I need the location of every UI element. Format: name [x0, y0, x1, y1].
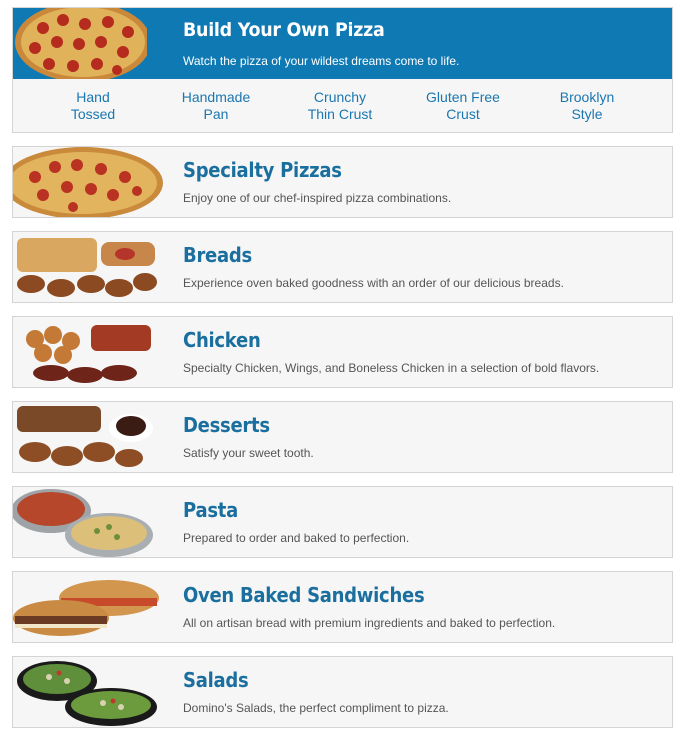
desserts-image — [13, 402, 163, 472]
category-title[interactable]: Chicken — [183, 328, 261, 352]
breads-image — [13, 232, 163, 302]
category-desserts[interactable]: Desserts Satisfy your sweet tooth. — [12, 401, 673, 473]
category-description: Specialty Chicken, Wings, and Boneless C… — [183, 361, 600, 375]
salads-image — [13, 657, 163, 727]
crust-options: Hand Tossed Handmade Pan Crunchy Thin Cr… — [13, 79, 672, 132]
crust-label-line2: Pan — [203, 106, 229, 122]
category-pasta[interactable]: Pasta Prepared to order and baked to per… — [12, 486, 673, 558]
build-your-own-title[interactable]: Build Your Own Pizza — [183, 19, 385, 41]
category-title[interactable]: Salads — [183, 668, 249, 692]
chicken-image — [13, 317, 163, 387]
specialty-pizza-image — [13, 147, 163, 217]
category-specialty-pizzas[interactable]: Specialty Pizzas Enjoy one of our chef-i… — [12, 146, 673, 218]
category-description: Prepared to order and baked to perfectio… — [183, 531, 410, 545]
crust-label-line1: Crunchy — [313, 89, 367, 105]
category-description: All on artisan bread with premium ingred… — [183, 616, 556, 630]
category-title[interactable]: Desserts — [183, 413, 270, 437]
category-description: Domino's Salads, the perfect compliment … — [183, 701, 449, 715]
crust-gluten-free-link[interactable]: Gluten Free Crust — [403, 89, 523, 123]
crust-label-line1: Hand — [76, 89, 110, 105]
crust-label-line1: Brooklyn — [559, 89, 615, 105]
category-description: Satisfy your sweet tooth. — [183, 446, 314, 460]
crust-handmade-pan-link[interactable]: Handmade Pan — [156, 89, 276, 123]
crust-label-line1: Gluten Free — [426, 89, 500, 105]
category-chicken[interactable]: Chicken Specialty Chicken, Wings, and Bo… — [12, 316, 673, 388]
crust-label-line2: Crust — [446, 106, 480, 122]
crust-label-line2: Style — [571, 106, 603, 122]
category-title[interactable]: Breads — [183, 243, 252, 267]
category-oven-baked-sandwiches[interactable]: Oven Baked Sandwiches All on artisan bre… — [12, 571, 673, 643]
crust-label-line1: Handmade — [181, 89, 251, 105]
category-description: Enjoy one of our chef-inspired pizza com… — [183, 191, 452, 205]
build-your-own-header[interactable]: Build Your Own Pizza Watch the pizza of … — [13, 8, 672, 79]
category-description: Experience oven baked goodness with an o… — [183, 276, 564, 290]
category-breads[interactable]: Breads Experience oven baked goodness wi… — [12, 231, 673, 303]
sandwiches-image — [13, 572, 163, 642]
category-salads[interactable]: Salads Domino's Salads, the perfect comp… — [12, 656, 673, 728]
category-title[interactable]: Specialty Pizzas — [183, 158, 342, 182]
pizza-image[interactable] — [13, 8, 147, 79]
crust-label-line2: Thin Crust — [307, 106, 373, 122]
pasta-image — [13, 487, 163, 557]
category-title[interactable]: Pasta — [183, 498, 238, 522]
crust-crunchy-thin-link[interactable]: Crunchy Thin Crust — [280, 89, 400, 123]
build-your-own-card: Build Your Own Pizza Watch the pizza of … — [12, 7, 673, 133]
category-title[interactable]: Oven Baked Sandwiches — [183, 583, 425, 607]
crust-brooklyn-style-link[interactable]: Brooklyn Style — [527, 89, 647, 123]
crust-hand-tossed-link[interactable]: Hand Tossed — [33, 89, 153, 123]
build-your-own-subtitle: Watch the pizza of your wildest dreams c… — [183, 54, 460, 68]
crust-label-line2: Tossed — [70, 106, 116, 122]
